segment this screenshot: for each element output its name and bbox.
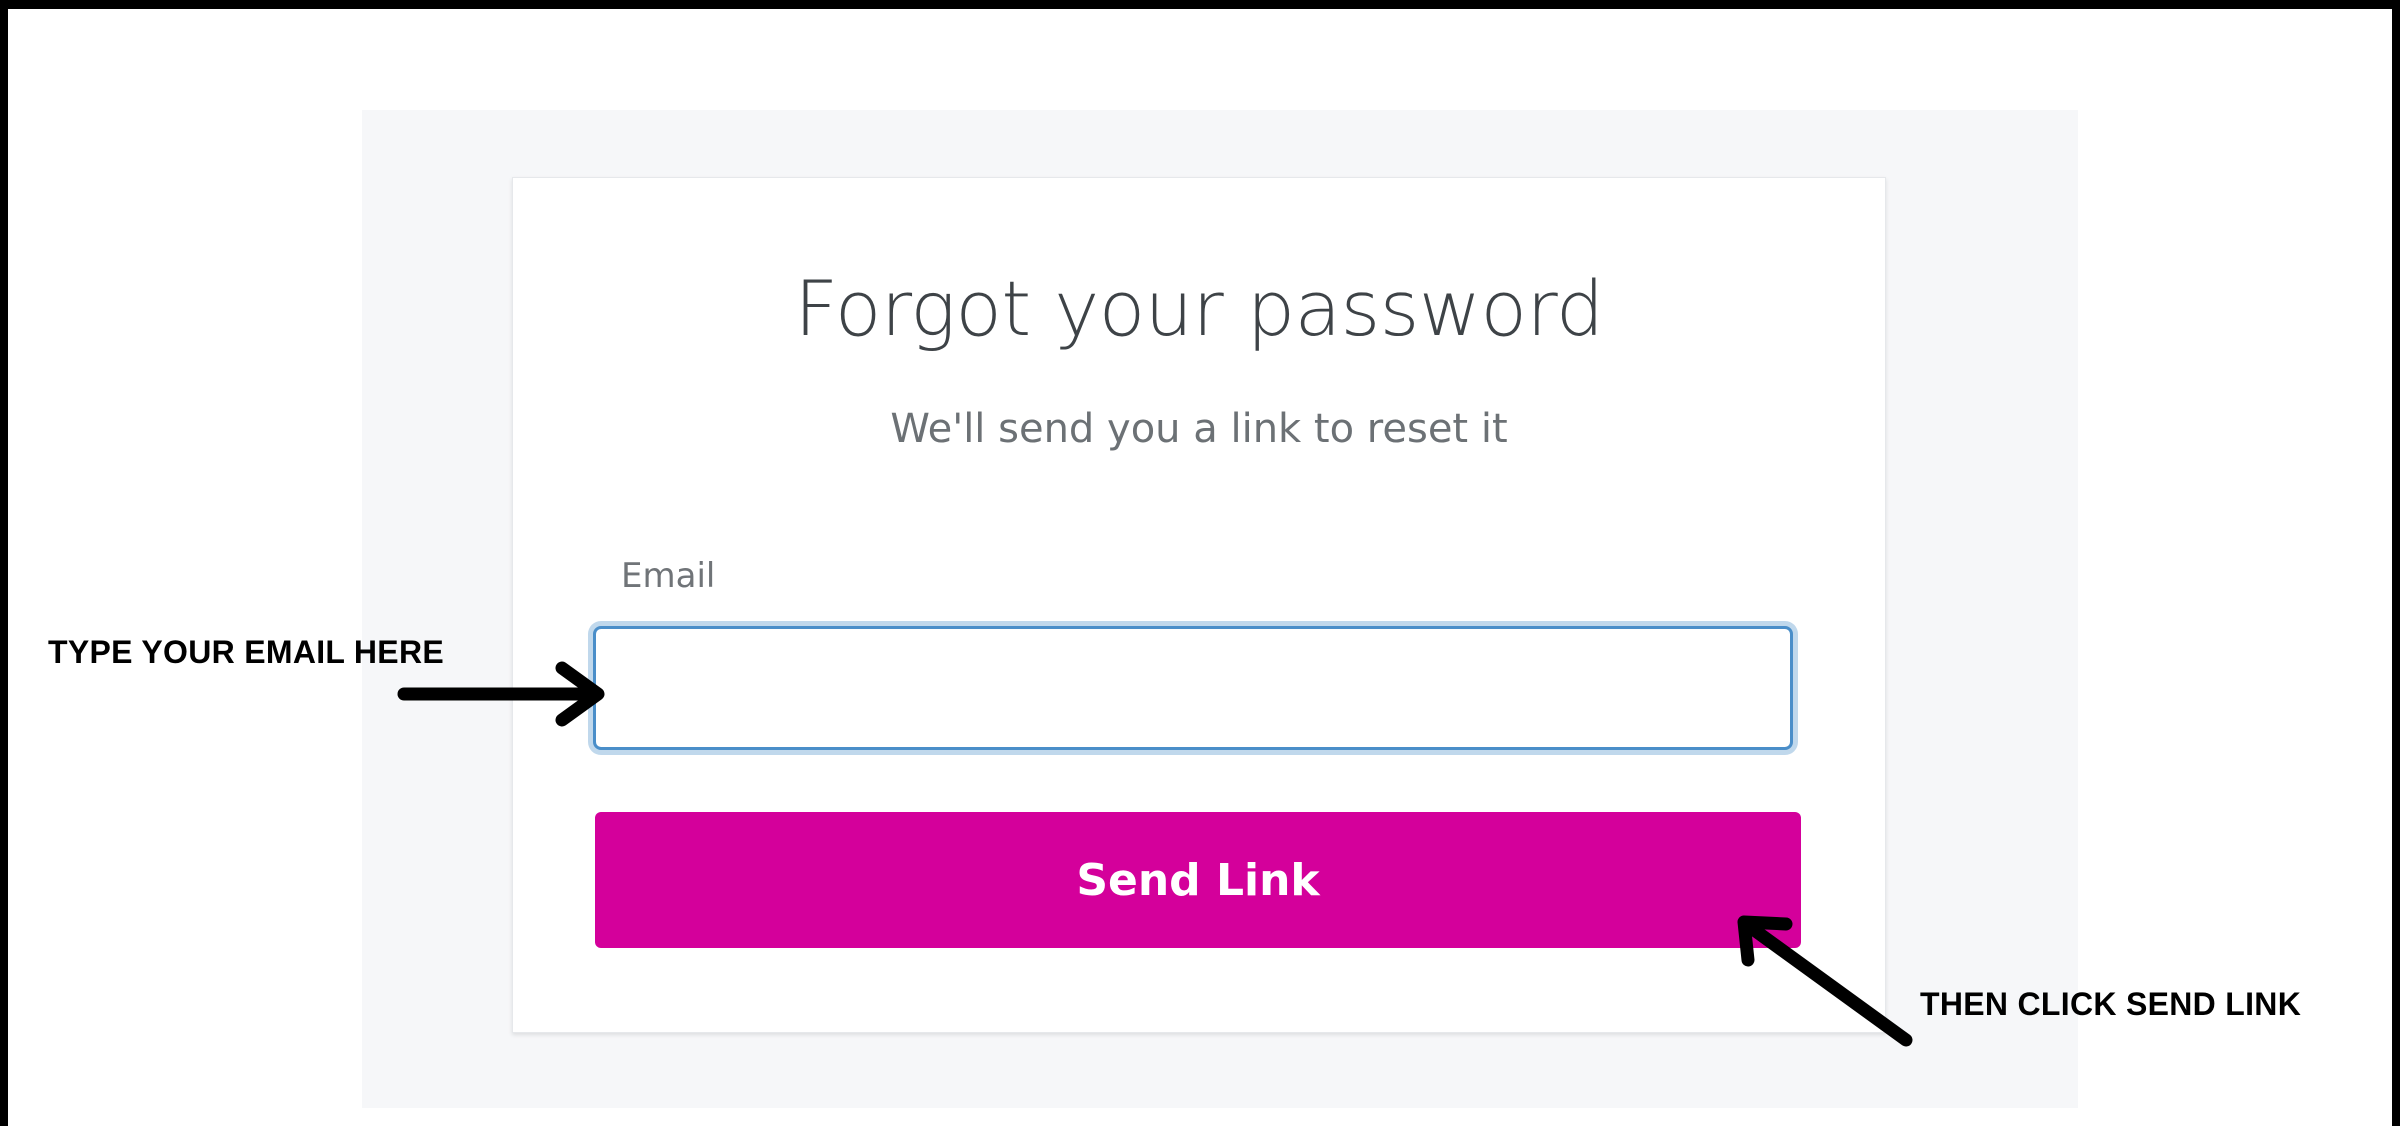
page-subtitle: We'll send you a link to reset it (890, 406, 1508, 452)
annotation-type-email: TYPE YOUR EMAIL HERE (48, 634, 444, 670)
email-field[interactable] (593, 626, 1793, 750)
forgot-password-card: Forgot your password We'll send you a li… (512, 177, 1886, 1033)
frame-right-border (2392, 0, 2400, 1126)
annotation-click-send: THEN CLICK SEND LINK (1920, 986, 2302, 1022)
email-label: Email (621, 556, 716, 596)
frame-top-border (0, 0, 2400, 9)
page-title: Forgot your password (794, 264, 1604, 353)
frame-left-border (0, 0, 8, 1126)
send-link-button[interactable]: Send Link (595, 812, 1801, 948)
